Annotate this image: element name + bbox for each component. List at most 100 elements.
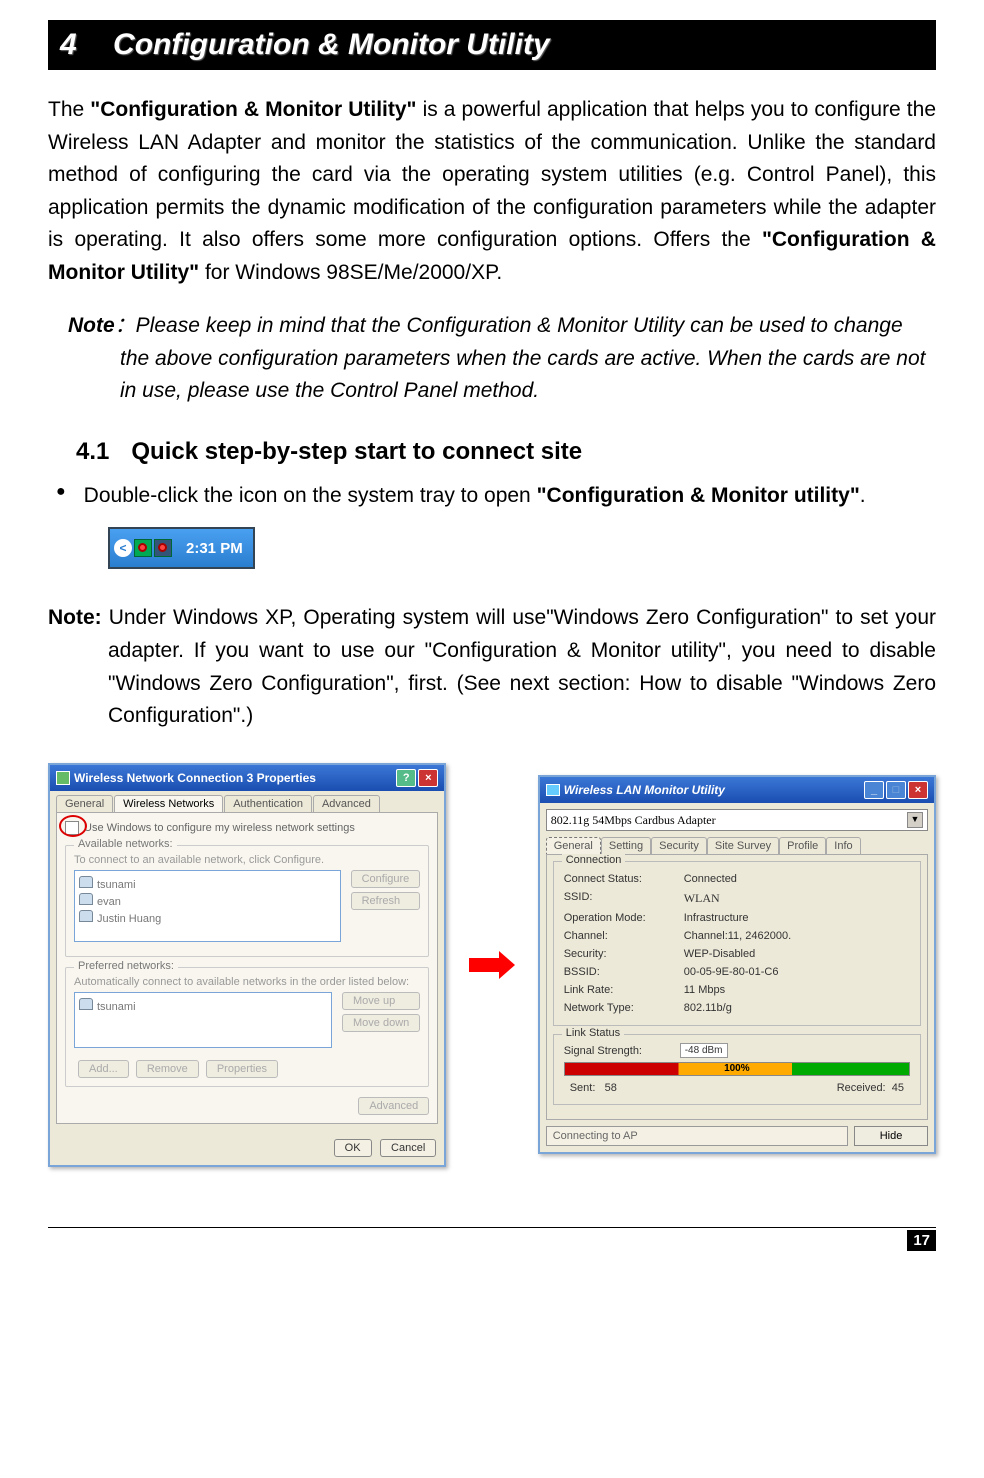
sent-key: Sent: — [570, 1082, 596, 1094]
refresh-button[interactable]: Refresh — [351, 892, 421, 910]
adapter-combo[interactable]: 802.11g 54Mbps Cardbus Adapter ▼ — [546, 809, 928, 831]
preferred-list[interactable]: tsunami — [74, 992, 332, 1048]
preferred-networks-group: Preferred networks: Automatically connec… — [65, 967, 429, 1087]
bullet-post: . — [860, 484, 866, 507]
list-item-label: Justin Huang — [97, 913, 161, 925]
note2-text: Under Windows XP, Operating system will … — [102, 606, 936, 727]
preferred-networks-label: Preferred networks: — [74, 960, 178, 972]
properties-tabs: General Wireless Networks Authentication… — [50, 791, 444, 812]
figures-row: Wireless Network Connection 3 Properties… — [48, 763, 936, 1167]
highlight-circle-icon — [59, 815, 87, 837]
security-value: WEP-Disabled — [684, 948, 756, 960]
connection-fieldset: Connection Connect Status:Connected SSID… — [553, 861, 921, 1026]
monitor-window: Wireless LAN Monitor Utility _ □ × 802.1… — [538, 775, 936, 1154]
moveup-button[interactable]: Move up — [342, 992, 420, 1010]
hide-button[interactable]: Hide — [854, 1126, 928, 1146]
nettype-value: 802.11b/g — [684, 1002, 732, 1014]
properties-title: Wireless Network Connection 3 Properties — [74, 771, 316, 785]
ssid-key: SSID: — [564, 891, 684, 906]
cancel-button[interactable]: Cancel — [380, 1139, 436, 1157]
signal-key: Signal Strength: — [564, 1045, 674, 1057]
ok-button[interactable]: OK — [334, 1139, 372, 1157]
intro-mid2: for Windows 98SE/Me/2000/XP. — [199, 261, 502, 284]
help-button[interactable]: ? — [396, 769, 416, 787]
list-item-label: tsunami — [97, 1001, 136, 1013]
page-number: 17 — [907, 1230, 936, 1251]
close-button[interactable]: × — [418, 769, 438, 787]
note-block: Note：Please keep in mind that the Config… — [120, 310, 936, 408]
linkstatus-fieldset: Link Status Signal Strength: -48 dBm 100… — [553, 1034, 921, 1105]
list-item[interactable]: tsunami — [79, 875, 336, 892]
monitor-titlebar: Wireless LAN Monitor Utility _ □ × — [540, 777, 934, 803]
advanced-button[interactable]: Advanced — [358, 1097, 429, 1115]
available-list[interactable]: tsunami evan Justin Huang — [74, 870, 341, 942]
list-item[interactable]: evan — [79, 892, 336, 909]
bssid-key: BSSID: — [564, 966, 684, 978]
adapter-combo-value: 802.11g 54Mbps Cardbus Adapter — [551, 813, 716, 828]
preferred-hint: Automatically connect to available netwo… — [74, 976, 420, 988]
tab-setting[interactable]: Setting — [601, 837, 651, 854]
properties-titlebar: Wireless Network Connection 3 Properties… — [50, 765, 444, 791]
minimize-button[interactable]: _ — [864, 781, 884, 799]
properties-window: Wireless Network Connection 3 Properties… — [48, 763, 446, 1167]
maximize-button[interactable]: □ — [886, 781, 906, 799]
monitor-title: Wireless LAN Monitor Utility — [564, 783, 725, 797]
tab-info[interactable]: Info — [826, 837, 860, 854]
window-icon — [546, 784, 560, 796]
chapter-number: 4 — [60, 28, 77, 61]
channel-key: Channel: — [564, 930, 684, 942]
note-label: Note — [68, 314, 115, 337]
section-heading: 4.1Quick step-by-step start to connect s… — [76, 438, 936, 466]
tray-app-icon[interactable] — [134, 539, 152, 557]
window-icon — [56, 771, 70, 785]
tab-site-survey[interactable]: Site Survey — [707, 837, 779, 854]
monitor-tabs: General Setting Security Site Survey Pro… — [540, 837, 934, 854]
tab-wireless-networks[interactable]: Wireless Networks — [114, 795, 223, 812]
antenna-icon — [79, 910, 93, 922]
tab-general[interactable]: General — [546, 837, 601, 854]
use-windows-label: Use Windows to configure my wireless net… — [84, 822, 355, 834]
antenna-icon — [79, 893, 93, 905]
available-networks-label: Available networks: — [74, 838, 177, 850]
tab-profile[interactable]: Profile — [779, 837, 826, 854]
signal-percent: 100% — [724, 1063, 750, 1074]
note-text: Please keep in mind that the Configurati… — [120, 314, 925, 402]
add-button[interactable]: Add... — [78, 1060, 129, 1078]
configure-button[interactable]: Configure — [351, 870, 421, 888]
note2-label: Note: — [48, 606, 102, 629]
antenna-icon — [79, 876, 93, 888]
linkrate-key: Link Rate: — [564, 984, 684, 996]
signal-bar: 100% — [564, 1062, 910, 1076]
bullet-pre: Double-click the icon on the system tray… — [84, 484, 537, 507]
close-button[interactable]: × — [908, 781, 928, 799]
tab-advanced[interactable]: Advanced — [313, 795, 380, 812]
tray-expand-icon[interactable]: < — [114, 539, 132, 557]
movedown-button[interactable]: Move down — [342, 1014, 420, 1032]
tab-general[interactable]: General — [56, 795, 113, 812]
properties-button[interactable]: Properties — [206, 1060, 278, 1078]
list-item[interactable]: Justin Huang — [79, 909, 336, 926]
list-item-label: tsunami — [97, 879, 136, 891]
page-footer: 17 — [48, 1227, 936, 1251]
tab-authentication[interactable]: Authentication — [224, 795, 312, 812]
bullet-bold: "Configuration & Monitor utility" — [537, 484, 860, 507]
list-item[interactable]: tsunami — [79, 997, 327, 1014]
channel-value: Channel:11, 2462000. — [684, 930, 791, 942]
tab-security[interactable]: Security — [651, 837, 707, 854]
chevron-down-icon[interactable]: ▼ — [907, 812, 923, 828]
note-sep: ： — [115, 314, 136, 337]
monitor-panel: Connection Connect Status:Connected SSID… — [546, 854, 928, 1120]
security-key: Security: — [564, 948, 684, 960]
chapter-title-bar: 4 Configuration & Monitor Utility — [48, 20, 936, 70]
tray-clock: 2:31 PM — [186, 540, 243, 557]
intro-bold1: "Configuration & Monitor Utility" — [90, 98, 416, 121]
tray-network-icon[interactable] — [154, 539, 172, 557]
bullet-row: ● Double-click the icon on the system tr… — [48, 480, 936, 512]
bssid-value: 00-05-9E-80-01-C6 — [684, 966, 779, 978]
linkstatus-label: Link Status — [562, 1027, 624, 1039]
signal-value: -48 dBm — [680, 1043, 728, 1058]
section-title: Quick step-by-step start to connect site — [131, 438, 582, 465]
remove-button[interactable]: Remove — [136, 1060, 199, 1078]
antenna-icon — [79, 998, 93, 1010]
connect-status-value: Connected — [684, 873, 737, 885]
